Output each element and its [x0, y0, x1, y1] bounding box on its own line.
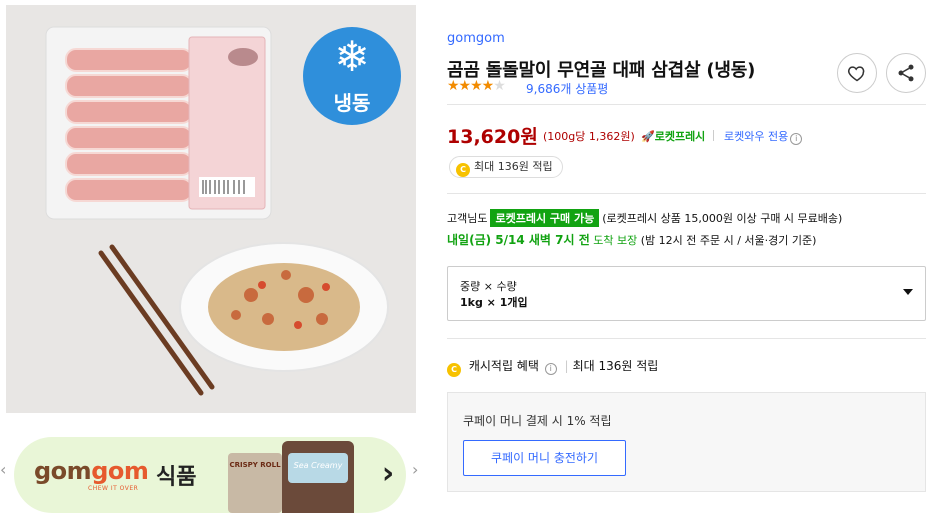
- cash-benefit: C 캐시적립 혜택 i | 최대 136원 적립: [447, 357, 658, 377]
- chevron-right-icon[interactable]: ›: [368, 455, 406, 495]
- cash-benefit-separator: |: [564, 359, 569, 373]
- wishlist-button[interactable]: [837, 53, 877, 93]
- option-value: 1kg × 1개입: [460, 296, 528, 309]
- delivery-guarantee: 도착 보장: [593, 234, 638, 247]
- coin-icon: C: [447, 363, 461, 377]
- option-select[interactable]: 중량 × 수량 1kg × 1개입: [447, 266, 926, 321]
- cash-reward-label: 최대 136원 적립: [474, 160, 553, 173]
- unit-price: (100g당 1,362원): [543, 130, 635, 143]
- delivery-note: (밤 12시 전 주문 시 / 서울·경기 기준): [640, 234, 817, 247]
- brand-logo: gomgom: [34, 457, 149, 485]
- sea-creamy-package: Sea Creamy: [282, 441, 354, 513]
- brand-logo-part2: gom: [91, 457, 149, 485]
- brand-tagline: CHEW IT OVER: [88, 485, 139, 492]
- rating-stars[interactable]: ★★★★★: [447, 78, 506, 94]
- brand-link[interactable]: gomgom: [447, 31, 505, 46]
- info-icon[interactable]: i: [790, 133, 803, 145]
- divider: [447, 193, 926, 194]
- delivery-date-value: 내일(금) 5/14 새벽 7시 전: [447, 233, 590, 247]
- delivery-info: 고객님도 로켓프레시 구매 가능 (로켓프레시 상품 15,000원 이상 구매 시…: [447, 209, 842, 227]
- product-image[interactable]: ❄ 냉동: [6, 5, 416, 413]
- delivery-prefix: 고객님도: [447, 212, 488, 225]
- cash-reward-pill: C 최대 136원 적립: [449, 156, 563, 178]
- coin-icon: C: [456, 163, 470, 177]
- coupay-charge-button[interactable]: 쿠페이 머니 충전하기: [463, 440, 626, 476]
- rocketwow-label: 로켓와우 전용: [724, 130, 789, 143]
- sea-creamy-label: Sea Creamy: [293, 461, 343, 470]
- review-count-link[interactable]: 9,686개 상품평: [526, 80, 608, 97]
- brand-logo-part1: gom: [34, 457, 92, 485]
- cash-benefit-label: 캐시적립 혜택: [468, 359, 539, 373]
- divider: [447, 338, 926, 339]
- brand-category: 식품: [156, 465, 197, 490]
- rocket-fresh-badge: 🚀로켓프레시: [641, 128, 705, 144]
- coupay-box: 쿠페이 머니 결제 시 1% 적립 쿠페이 머니 충전하기: [447, 392, 926, 492]
- price: 13,620원: [447, 126, 538, 148]
- frozen-badge: ❄ 냉동: [303, 27, 401, 125]
- coupay-text: 쿠페이 머니 결제 시 1% 적립: [463, 414, 612, 428]
- heart-icon: [848, 66, 865, 82]
- info-icon[interactable]: i: [544, 363, 557, 375]
- rocket-icon: 🚀: [641, 130, 655, 143]
- banner-prev-icon[interactable]: ‹: [0, 460, 6, 479]
- delivery-date: 내일(금) 5/14 새벽 7시 전 도착 보장 (밤 12시 전 주문 시 /…: [447, 231, 816, 248]
- frozen-badge-label: 냉동: [333, 91, 371, 115]
- snowflake-icon: ❄: [334, 32, 370, 81]
- banner-next-icon[interactable]: ›: [412, 460, 418, 479]
- rocketwow-link[interactable]: 로켓와우 전용 i: [724, 128, 803, 145]
- option-label: 중량 × 수량: [460, 280, 517, 293]
- share-icon: [898, 64, 914, 82]
- rocket-fresh-label: 로켓프레시: [654, 130, 706, 143]
- rocket-fresh-tag: 로켓프레시 구매 가능: [490, 209, 600, 227]
- caret-down-icon: [903, 289, 913, 295]
- crispy-roll-label: CRISPY ROLL: [229, 461, 281, 469]
- crispy-roll-package: CRISPY ROLL: [228, 453, 282, 513]
- share-button[interactable]: [886, 53, 926, 93]
- delivery-desc: (로켓프레시 상품 15,000원 이상 구매 시 무료배송): [602, 212, 843, 225]
- divider: [447, 104, 926, 105]
- cash-benefit-value: 최대 136원 적립: [572, 359, 659, 373]
- separator: [713, 130, 714, 141]
- brand-banner[interactable]: gomgom CHEW IT OVER 식품 CRISPY ROLL Sea C…: [14, 437, 406, 513]
